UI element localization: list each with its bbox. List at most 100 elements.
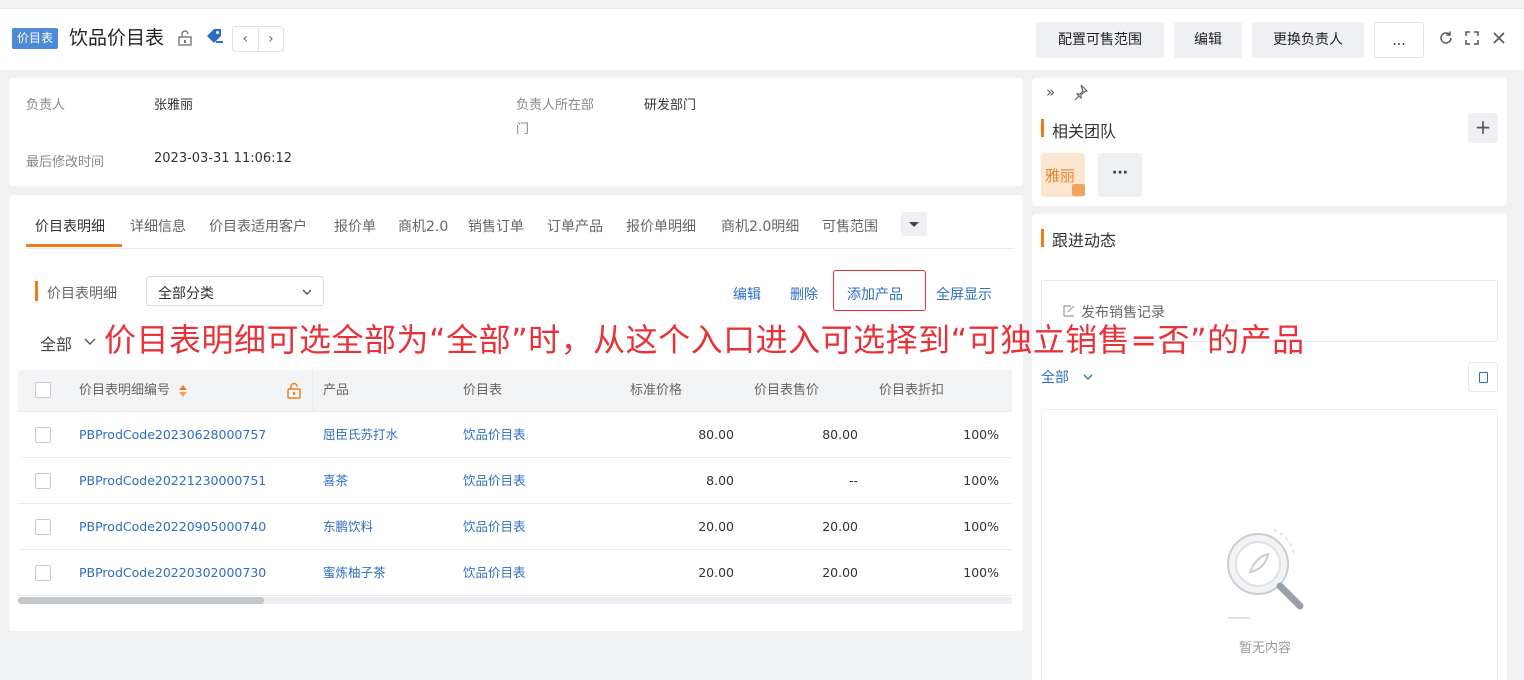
row-checkbox[interactable] <box>35 565 51 581</box>
filter-icon <box>1479 372 1488 383</box>
tab-quote-details[interactable]: 报价单明细 <box>626 216 696 236</box>
col-header-discount[interactable]: 价目表折扣 <box>879 370 944 412</box>
row-product[interactable]: 屈臣氏苏打水 <box>323 412 398 458</box>
row-standard-price: 20.00 <box>698 519 734 534</box>
row-pricebook[interactable]: 饮品价目表 <box>463 412 526 458</box>
edit-detail-link[interactable]: 编辑 <box>733 284 761 304</box>
record-navigation: ‹ › <box>232 26 284 52</box>
chevron-down-icon <box>302 289 312 295</box>
row-sale-price: 80.00 <box>822 427 858 442</box>
row-standard-price: 20.00 <box>698 565 734 580</box>
row-code[interactable]: PBProdCode20220302000730 <box>79 550 266 596</box>
edit-button[interactable]: 编辑 <box>1174 22 1242 58</box>
caret-down-icon <box>909 222 919 227</box>
col-header-product[interactable]: 产品 <box>323 370 349 412</box>
more-tabs-button[interactable] <box>901 212 927 236</box>
owner-label: 负责人 <box>26 98 66 113</box>
collapse-sidebar-icon[interactable]: » <box>1046 83 1055 101</box>
configure-sale-scope-button[interactable]: 配置可售范围 <box>1036 22 1164 58</box>
row-product[interactable]: 蜜炼柚子茶 <box>323 550 386 596</box>
row-code[interactable]: PBProdCode20230628000757 <box>79 412 266 458</box>
col-header-sale-price[interactable]: 价目表售价 <box>754 370 819 412</box>
filter-button[interactable] <box>1468 362 1498 392</box>
tab-opportunity-details[interactable]: 商机2.0明细 <box>721 216 799 236</box>
col-header-code[interactable]: 价目表明细编号 <box>79 370 170 412</box>
row-sale-price: 20.00 <box>822 519 858 534</box>
scope-filter[interactable]: 全部 <box>40 331 72 355</box>
refresh-icon[interactable] <box>1438 30 1454 50</box>
row-product[interactable]: 东鹏饮料 <box>323 504 373 550</box>
followup-marker <box>1041 229 1044 247</box>
col-header-pricebook[interactable]: 价目表 <box>463 370 502 412</box>
tab-price-detail[interactable]: 价目表明细 <box>35 216 105 236</box>
owner-dept-label: 负责人所在部 <box>516 98 595 113</box>
horizontal-scrollbar[interactable] <box>18 597 1012 604</box>
fullscreen-link[interactable]: 全屏显示 <box>936 284 992 304</box>
tab-quotes[interactable]: 报价单 <box>334 216 376 236</box>
tab-sale-scope[interactable]: 可售范围 <box>822 216 878 236</box>
add-product-link[interactable]: 添加产品 <box>847 284 903 304</box>
more-members-button[interactable]: ··· <box>1098 153 1142 197</box>
row-code[interactable]: PBProdCode20221230000751 <box>79 458 266 504</box>
scrollbar-thumb[interactable] <box>18 597 264 604</box>
add-member-button[interactable]: + <box>1468 113 1498 143</box>
scope-chevron-icon[interactable] <box>83 336 97 348</box>
team-marker <box>1041 119 1044 137</box>
row-sale-price: 20.00 <box>822 565 858 580</box>
tab-applicable-customers[interactable]: 价目表适用客户 <box>209 216 307 236</box>
member-avatar[interactable]: 雅丽 <box>1041 153 1085 197</box>
owner-dept-value: 研发部门 <box>644 98 697 113</box>
fullscreen-icon[interactable] <box>1464 30 1480 50</box>
row-product[interactable]: 喜茶 <box>323 458 348 504</box>
next-record-button[interactable]: › <box>259 27 284 51</box>
row-checkbox[interactable] <box>35 427 51 443</box>
table-row[interactable]: PBProdCode20230628000757 屈臣氏苏打水 饮品价目表 80… <box>18 412 1012 458</box>
row-standard-price: 80.00 <box>698 427 734 442</box>
row-pricebook[interactable]: 饮品价目表 <box>463 458 526 504</box>
row-pricebook[interactable]: 饮品价目表 <box>463 504 526 550</box>
tab-sales-orders[interactable]: 销售订单 <box>468 216 524 236</box>
sort-icon[interactable] <box>178 384 188 398</box>
row-discount: 100% <box>963 519 999 534</box>
object-type-tag: 价目表 <box>12 28 59 49</box>
lock-column-icon[interactable] <box>286 382 302 399</box>
category-filter-select[interactable]: 全部分类 <box>146 276 324 306</box>
more-button[interactable]: ... <box>1374 22 1424 58</box>
row-discount: 100% <box>963 473 999 488</box>
table-row[interactable]: PBProdCode20221230000751 喜茶 饮品价目表 8.00 -… <box>18 458 1012 504</box>
owner-value: 张雅丽 <box>154 98 194 113</box>
row-sale-price: -- <box>848 473 858 488</box>
modified-time-label: 最后修改时间 <box>26 155 105 170</box>
row-pricebook[interactable]: 饮品价目表 <box>463 550 526 596</box>
table-row[interactable]: PBProdCode20220302000730 蜜炼柚子茶 饮品价目表 20.… <box>18 550 1012 596</box>
modified-time-value: 2023-03-31 11:06:12 <box>154 151 293 166</box>
row-checkbox[interactable] <box>35 473 51 489</box>
empty-text: 暂无内容 <box>1239 641 1292 656</box>
select-all-checkbox[interactable] <box>35 382 51 398</box>
team-title: 相关团队 <box>1052 122 1117 141</box>
lock-icon[interactable] <box>176 29 194 51</box>
member-name: 雅丽 <box>1045 167 1076 185</box>
owner-dept-label-wrap: 门 <box>516 122 530 137</box>
page-title: 饮品价目表 <box>69 27 165 49</box>
edit-icon <box>1063 305 1075 317</box>
tag-icon[interactable] <box>204 27 224 51</box>
col-header-standard-price[interactable]: 标准价格 <box>630 370 682 412</box>
section-marker <box>35 281 38 301</box>
row-discount: 100% <box>963 565 999 580</box>
delete-detail-link[interactable]: 删除 <box>790 284 818 304</box>
change-owner-button[interactable]: 更换负责人 <box>1252 22 1364 58</box>
followup-scope-filter[interactable]: 全部 <box>1041 367 1069 387</box>
row-code[interactable]: PBProdCode20220905000740 <box>79 504 266 550</box>
tab-opportunity[interactable]: 商机2.0 <box>398 216 448 236</box>
section-label: 价目表明细 <box>47 286 117 302</box>
table-row[interactable]: PBProdCode20220905000740 东鹏饮料 饮品价目表 20.0… <box>18 504 1012 550</box>
tab-details[interactable]: 详细信息 <box>130 216 186 236</box>
previous-record-button[interactable]: ‹ <box>233 27 259 51</box>
followup-scope-chevron-icon[interactable] <box>1082 372 1094 382</box>
close-icon[interactable] <box>1491 30 1507 50</box>
tab-order-products[interactable]: 订单产品 <box>547 216 603 236</box>
pin-icon[interactable] <box>1072 84 1088 100</box>
category-filter-value: 全部分类 <box>158 286 214 302</box>
row-checkbox[interactable] <box>35 519 51 535</box>
